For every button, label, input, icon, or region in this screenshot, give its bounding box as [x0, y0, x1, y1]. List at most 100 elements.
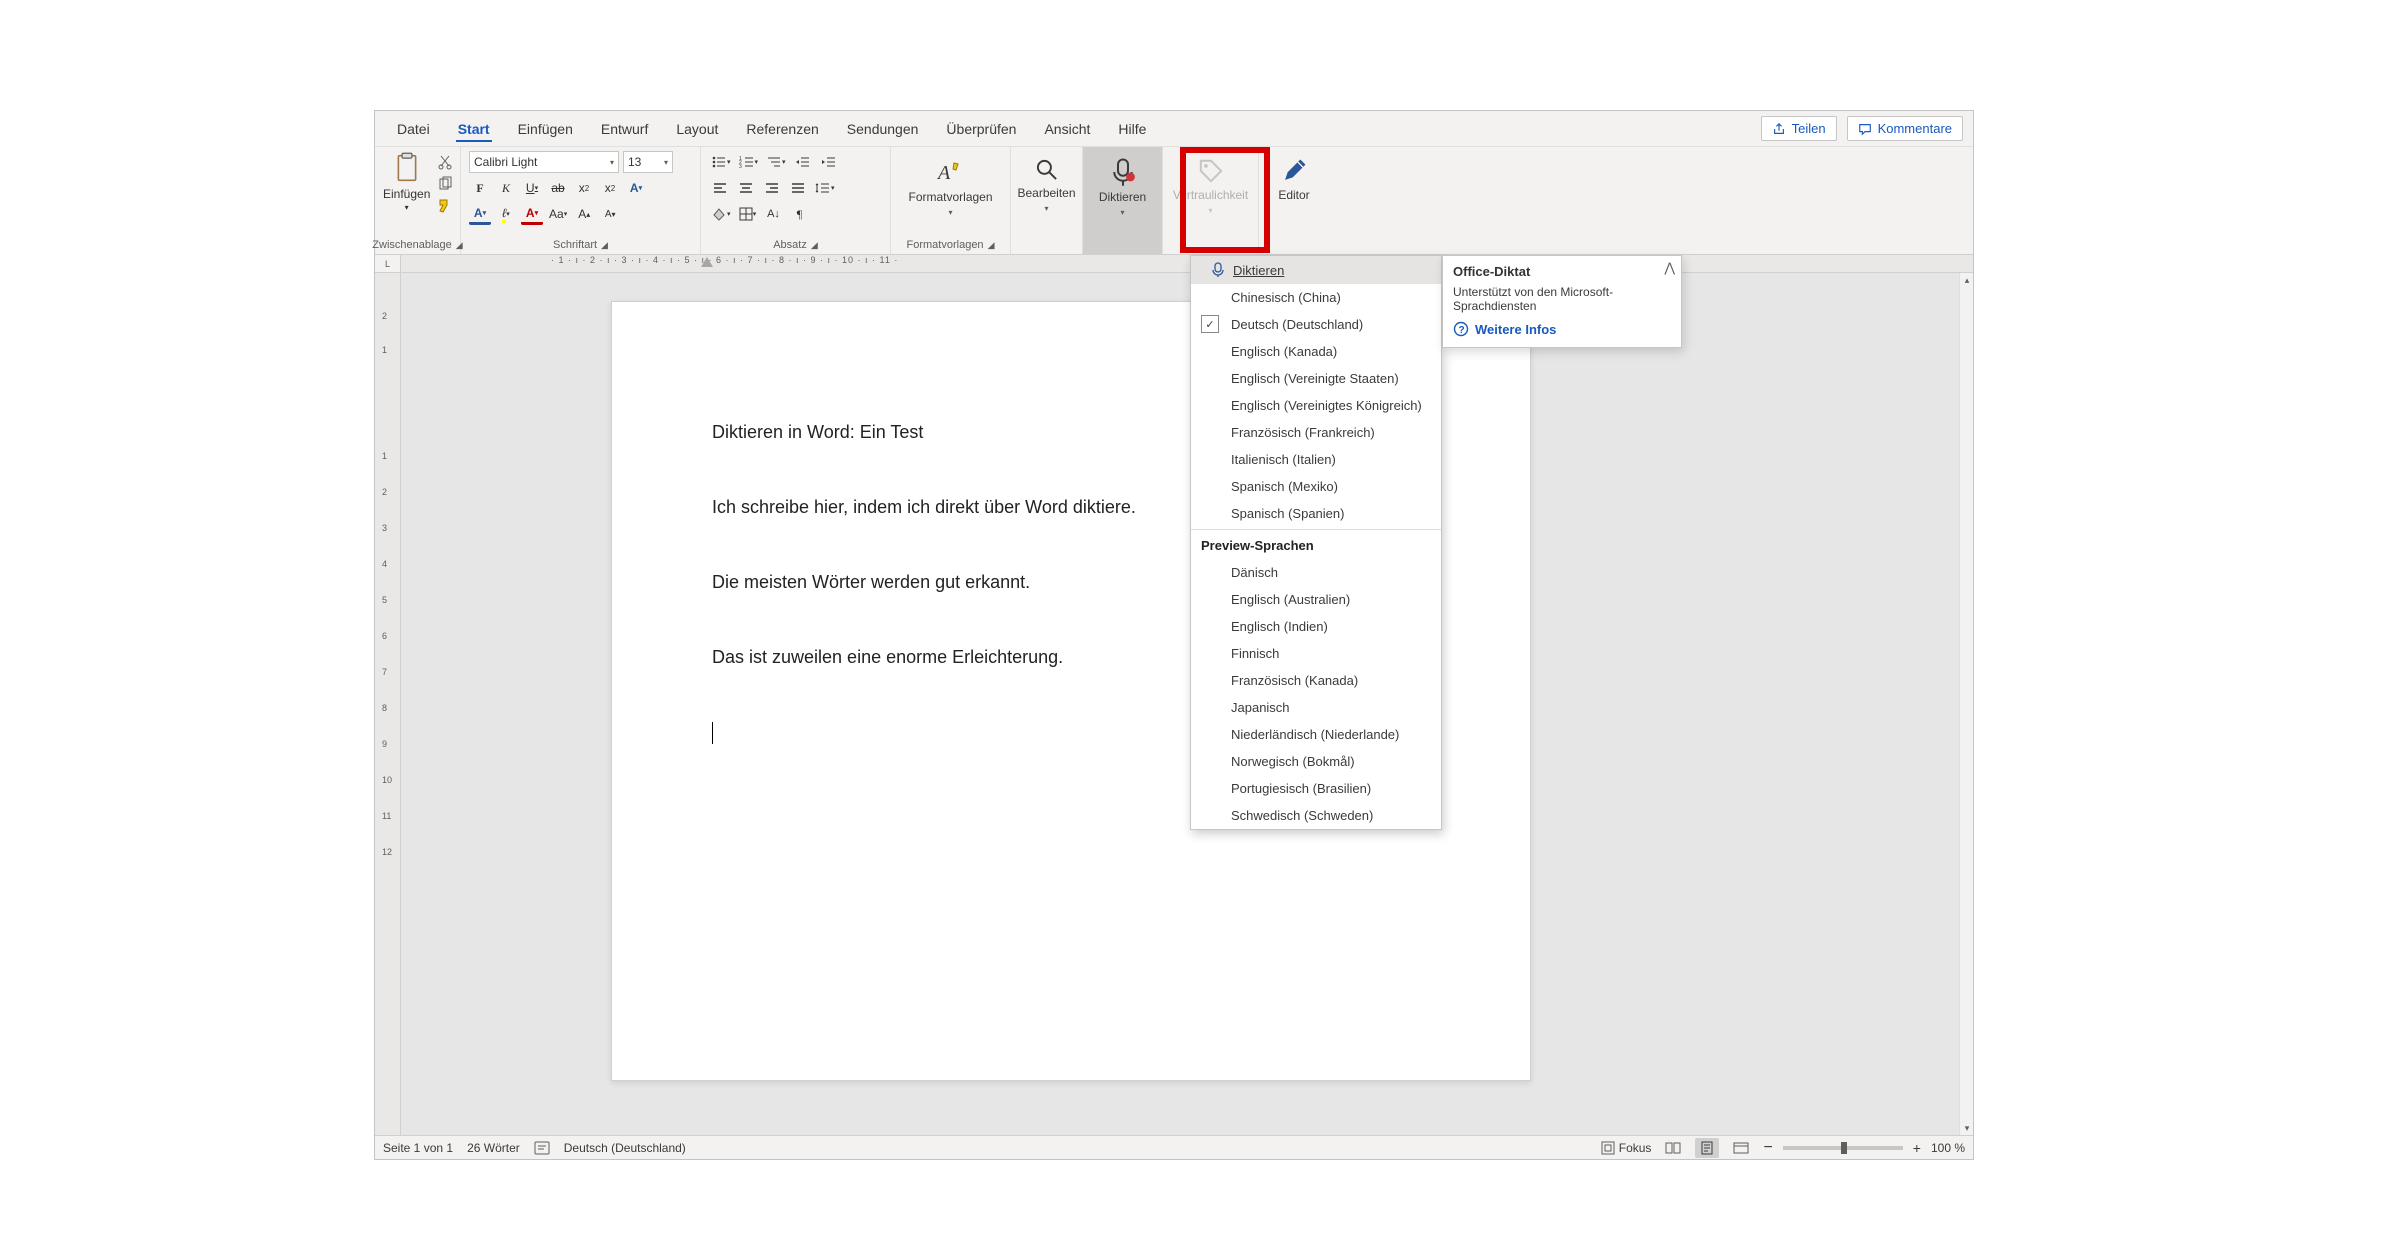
align-left-button[interactable] [709, 177, 731, 199]
vertical-scrollbar[interactable]: ▴ ▾ [1959, 273, 1973, 1135]
comments-button[interactable]: Kommentare [1847, 116, 1963, 141]
sort-button[interactable]: A↓ [763, 203, 785, 225]
view-print-icon[interactable] [1695, 1138, 1719, 1158]
spellcheck-icon[interactable] [534, 1141, 550, 1155]
superscript-button[interactable]: x2 [599, 177, 621, 199]
font-name-combo[interactable]: Calibri Light▾ [469, 151, 619, 173]
language-option[interactable]: Spanisch (Mexiko) [1191, 473, 1441, 500]
paste-caret-icon[interactable]: ▾ [405, 203, 409, 212]
editing-button[interactable]: Bearbeiten ▾ [1015, 151, 1077, 215]
status-words[interactable]: 26 Wörter [467, 1141, 520, 1155]
language-option[interactable]: Englisch (Vereinigte Staaten) [1191, 365, 1441, 392]
document-area: 2 1 1 2 3 4 5 6 7 8 9 10 11 12 Diktieren… [375, 273, 1973, 1135]
status-page[interactable]: Seite 1 von 1 [383, 1141, 453, 1155]
zoom-out-button[interactable]: − [1763, 1139, 1772, 1157]
highlight-button[interactable]: ℓ▾ [495, 203, 517, 225]
view-read-icon[interactable] [1661, 1138, 1685, 1158]
increase-indent-button[interactable] [818, 151, 840, 173]
horizontal-ruler[interactable]: L · 1 · ı · 2 · ı · 3 · ı · 4 · ı · 5 · … [375, 255, 1973, 273]
editor-button[interactable]: Editor [1267, 151, 1321, 204]
tab-datei[interactable]: Datei [383, 111, 444, 146]
preview-language-option[interactable]: Englisch (Indien) [1191, 613, 1441, 640]
underline-button[interactable]: U ▾ [521, 177, 543, 199]
tab-überprüfen[interactable]: Überprüfen [932, 111, 1030, 146]
preview-language-option[interactable]: Portugiesisch (Brasilien) [1191, 775, 1441, 802]
grow-font-button[interactable]: A▴ [573, 203, 595, 225]
text-effects-button[interactable]: A▾ [625, 177, 647, 199]
zoom-value[interactable]: 100 % [1931, 1141, 1965, 1155]
language-option[interactable]: Deutsch (Deutschland)✓ [1191, 311, 1441, 338]
format-painter-icon[interactable] [436, 197, 454, 215]
scroll-down-icon[interactable]: ▾ [1960, 1121, 1973, 1135]
ruler-corner[interactable]: L [375, 255, 401, 272]
numbering-button[interactable]: 123▾ [737, 151, 761, 173]
align-right-button[interactable] [761, 177, 783, 199]
paragraph-launcher-icon[interactable]: ◢ [811, 240, 818, 251]
line-spacing-button[interactable]: ▾ [813, 177, 837, 199]
scroll-up-icon[interactable]: ▴ [1960, 273, 1973, 287]
preview-language-option[interactable]: Dänisch [1191, 559, 1441, 586]
language-option[interactable]: Französisch (Frankreich) [1191, 419, 1441, 446]
comments-label: Kommentare [1878, 121, 1952, 136]
decrease-indent-button[interactable] [792, 151, 814, 173]
callout-more-info-link[interactable]: ? Weitere Infos [1453, 321, 1671, 337]
tab-sendungen[interactable]: Sendungen [833, 111, 933, 146]
focus-button[interactable]: Fokus [1601, 1141, 1652, 1155]
share-button[interactable]: Teilen [1761, 116, 1837, 141]
preview-language-option[interactable]: Niederländisch (Niederlande) [1191, 721, 1441, 748]
language-option[interactable]: Englisch (Vereinigtes Königreich) [1191, 392, 1441, 419]
language-option[interactable]: Spanisch (Spanien) [1191, 500, 1441, 527]
tab-entwurf[interactable]: Entwurf [587, 111, 662, 146]
paste-icon[interactable] [393, 151, 421, 185]
preview-language-option[interactable]: Schwedisch (Schweden) [1191, 802, 1441, 829]
multilevel-button[interactable]: ▾ [764, 151, 788, 173]
preview-language-option[interactable]: Japanisch [1191, 694, 1441, 721]
tab-layout[interactable]: Layout [662, 111, 732, 146]
styles-button[interactable]: A Formatvorlagen ▾ [912, 151, 990, 219]
bold-button[interactable]: F [469, 177, 491, 199]
preview-language-option[interactable]: Norwegisch (Bokmål) [1191, 748, 1441, 775]
show-marks-button[interactable]: ¶ [789, 203, 811, 225]
info-icon: ? [1453, 321, 1469, 337]
dictate-menu-header-label: Diktieren [1233, 263, 1284, 278]
borders-button[interactable]: ▾ [737, 203, 759, 225]
zoom-thumb[interactable] [1841, 1142, 1847, 1154]
preview-language-option[interactable]: Französisch (Kanada) [1191, 667, 1441, 694]
bullets-button[interactable]: ▾ [709, 151, 733, 173]
font-launcher-icon[interactable]: ◢ [601, 240, 608, 251]
tab-start[interactable]: Start [444, 111, 504, 146]
subscript-button[interactable]: x2 [573, 177, 595, 199]
dictate-button[interactable]: Diktieren ▾ [1091, 151, 1154, 219]
language-option[interactable]: Englisch (Kanada) [1191, 338, 1441, 365]
zoom-in-button[interactable]: + [1913, 1140, 1921, 1156]
font-color-2-button[interactable]: A▾ [469, 203, 491, 225]
font-size-combo[interactable]: 13▾ [623, 151, 673, 173]
italic-button[interactable]: K [495, 177, 517, 199]
status-language[interactable]: Deutsch (Deutschland) [564, 1141, 686, 1155]
strikethrough-button[interactable]: ab [547, 177, 569, 199]
vertical-ruler[interactable]: 2 1 1 2 3 4 5 6 7 8 9 10 11 12 [375, 273, 401, 1135]
preview-language-option[interactable]: Finnisch [1191, 640, 1441, 667]
language-option[interactable]: Italienisch (Italien) [1191, 446, 1441, 473]
font-color-button[interactable]: A▾ [521, 203, 543, 225]
paste-label[interactable]: Einfügen [383, 187, 430, 201]
styles-launcher-icon[interactable]: ◢ [988, 240, 995, 251]
cut-icon[interactable] [436, 153, 454, 171]
group-dictate: Diktieren ▾ [1083, 147, 1163, 254]
align-center-button[interactable] [735, 177, 757, 199]
view-web-icon[interactable] [1729, 1138, 1753, 1158]
tab-einfügen[interactable]: Einfügen [504, 111, 587, 146]
shrink-font-button[interactable]: A▾ [599, 203, 621, 225]
callout-close-icon[interactable]: ⋀ [1664, 260, 1675, 276]
copy-icon[interactable] [436, 175, 454, 193]
dictate-menu-header[interactable]: Diktieren [1191, 256, 1441, 284]
preview-language-option[interactable]: Englisch (Australien) [1191, 586, 1441, 613]
tab-referenzen[interactable]: Referenzen [732, 111, 832, 146]
change-case-button[interactable]: Aa▾ [547, 203, 569, 225]
tab-hilfe[interactable]: Hilfe [1104, 111, 1160, 146]
language-option[interactable]: Chinesisch (China) [1191, 284, 1441, 311]
zoom-slider[interactable] [1783, 1146, 1903, 1150]
tab-ansicht[interactable]: Ansicht [1030, 111, 1104, 146]
align-justify-button[interactable] [787, 177, 809, 199]
shading-button[interactable]: ▾ [709, 203, 733, 225]
